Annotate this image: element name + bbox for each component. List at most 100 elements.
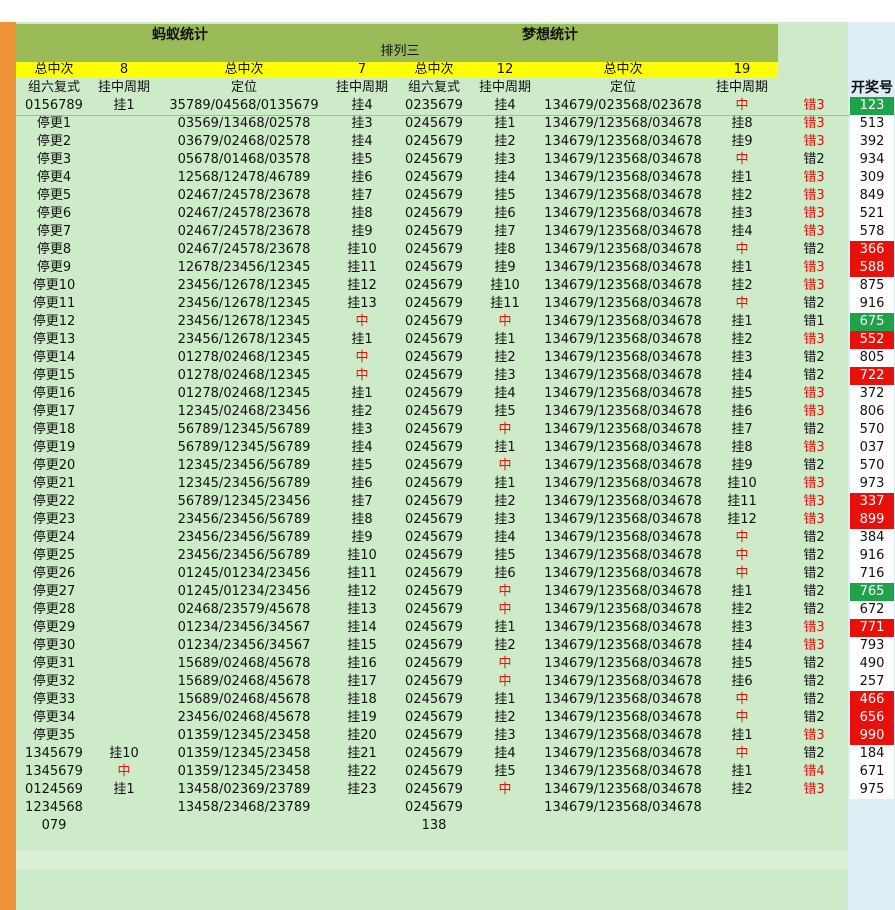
dream-position-cycle-cell: 挂4 (731, 638, 753, 653)
dream-position-cell: 134679/123568/034678 (544, 566, 702, 581)
dream-position-cycle-cell: 挂1 (731, 170, 753, 185)
ant-position-cycle-cell: 挂6 (351, 476, 373, 491)
ant-combo-cell: 停更9 (36, 260, 72, 275)
dream-total-2: 19 (733, 62, 751, 77)
col-header-1: 组六复式 (27, 80, 80, 95)
dream-position-cell: 134679/123568/034678 (544, 206, 702, 221)
dream-position-cell: 134679/123568/034678 (544, 404, 702, 419)
dream-combo-cell: 0245679 (405, 800, 463, 815)
dream-cycle-cell: 挂4 (494, 746, 516, 761)
dream-combo-cell: 0235679 (405, 98, 463, 113)
ant-position-cell: 01245/01234/23456 (177, 584, 311, 599)
ant-position-cell: 12568/12478/46789 (177, 170, 311, 185)
dream-cycle-cell: 中 (498, 602, 512, 617)
dream-position-cell: 134679/123568/034678 (544, 350, 702, 365)
ant-position-cell: 15689/02468/45678 (177, 674, 311, 689)
dream-position-cell: 134679/123568/034678 (544, 422, 702, 437)
ant-combo-cell: 0156789 (25, 98, 83, 113)
dream-combo-cell: 0245679 (405, 692, 463, 707)
ant-position-cell: 03679/02468/02578 (177, 134, 311, 149)
error-count-cell: 错3 (803, 278, 825, 293)
total-label-1: 总中次 (34, 62, 74, 77)
ant-cycle-cell (92, 403, 156, 421)
ant-position-cycle-cell: 挂13 (347, 296, 377, 311)
dream-cycle-cell: 挂6 (494, 566, 516, 581)
ant-combo-cell: 停更10 (32, 278, 76, 293)
ant-combo-cell: 停更27 (32, 584, 76, 599)
ant-combo-cell: 079 (41, 818, 67, 833)
dream-position-cell: 134679/123568/034678 (544, 728, 702, 743)
draw-number-cell: 805 (850, 349, 894, 367)
ant-combo-cell: 停更21 (32, 476, 76, 491)
ant-cycle-cell (92, 367, 156, 385)
dream-position-cycle-cell: 挂8 (731, 440, 753, 455)
ant-cycle-cell (92, 241, 156, 259)
error-count-cell: 错2 (803, 746, 825, 761)
error-count-cell: 错3 (803, 440, 825, 455)
draw-number-cell: 656 (850, 709, 894, 727)
ant-position-cycle-cell: 挂12 (347, 584, 377, 599)
dream-combo-cell: 0245679 (405, 350, 463, 365)
draw-number-cell: 771 (850, 619, 894, 637)
draw-number-cell: 671 (850, 763, 894, 781)
ant-cycle-cell (92, 547, 156, 565)
ant-combo-cell: 停更4 (36, 170, 72, 185)
draw-number-cell: 366 (850, 241, 894, 259)
error-count-cell: 错3 (803, 404, 825, 419)
error-count-cell: 错2 (803, 584, 825, 599)
ant-position-cycle-cell: 挂14 (347, 620, 377, 635)
ant-combo-cell: 停更34 (32, 710, 76, 725)
ant-position-cell: 01245/01234/23456 (177, 566, 311, 581)
draw-number-cell: 916 (850, 547, 894, 565)
dream-position-cycle-cell: 挂1 (731, 584, 753, 599)
dream-position-cell: 134679/123568/034678 (544, 314, 702, 329)
ant-position-cycle-cell: 中 (355, 314, 369, 329)
dream-combo-cell: 138 (421, 818, 447, 833)
ant-position-cell: 56789/12345/56789 (177, 422, 311, 437)
draw-number-cell: 588 (850, 259, 894, 277)
dream-combo-cell: 0245679 (405, 746, 463, 761)
error-count-cell: 错2 (803, 296, 825, 311)
col-header-7: 定位 (609, 80, 636, 95)
error-count-cell: 错2 (803, 350, 825, 365)
dream-position-cell: 134679/123568/034678 (544, 674, 702, 689)
draw-number-cell: 934 (850, 151, 894, 169)
dream-position-cycle-cell: 挂5 (731, 656, 753, 671)
dream-position-cell: 134679/123568/034678 (544, 440, 702, 455)
dream-combo-cell: 0245679 (405, 494, 463, 509)
ant-position-cell: 12345/02468/23456 (177, 404, 311, 419)
ant-cycle-cell (92, 583, 156, 601)
ant-position-cycle-cell (332, 799, 392, 817)
ant-position-cell (156, 817, 332, 835)
dream-position-cycle-cell: 中 (735, 98, 749, 113)
ant-position-cycle-cell: 挂11 (347, 260, 377, 275)
total-label-2: 总中次 (224, 62, 264, 77)
dream-position-cycle-cell: 挂9 (731, 458, 753, 473)
ant-cycle-cell (92, 151, 156, 169)
ant-combo-cell: 停更33 (32, 692, 76, 707)
dream-combo-cell: 0245679 (405, 674, 463, 689)
ant-cycle-cell: 挂1 (113, 98, 135, 113)
dream-combo-cell: 0245679 (405, 404, 463, 419)
ant-position-cell: 23456/12678/12345 (177, 296, 311, 311)
dream-position-cycle-cell: 挂1 (731, 764, 753, 779)
dream-cycle-cell: 中 (498, 656, 512, 671)
draw-number-cell: 849 (850, 187, 894, 205)
draw-number-cell: 309 (850, 169, 894, 187)
dream-position-cell: 134679/123568/034678 (544, 584, 702, 599)
ant-stat-title: 蚂蚁统计 (152, 27, 208, 43)
ant-position-cell: 23456/12678/12345 (177, 314, 311, 329)
ant-position-cell: 05678/01468/03578 (177, 152, 311, 167)
draw-number-cell: 570 (850, 457, 894, 475)
dream-position-cycle-cell: 中 (735, 566, 749, 581)
error-count-cell: 错2 (803, 422, 825, 437)
draw-number-cell: 916 (850, 295, 894, 313)
dream-cycle-cell: 挂9 (494, 260, 516, 275)
ant-combo-cell: 停更20 (32, 458, 76, 473)
ant-cycle-cell (92, 799, 156, 817)
ant-combo-cell: 停更3 (36, 152, 72, 167)
dream-position-cell: 134679/123568/034678 (544, 278, 702, 293)
dream-position-cycle-cell: 挂4 (731, 224, 753, 239)
draw-number-cell: 392 (850, 133, 894, 151)
dream-position-cell: 134679/123568/034678 (544, 260, 702, 275)
